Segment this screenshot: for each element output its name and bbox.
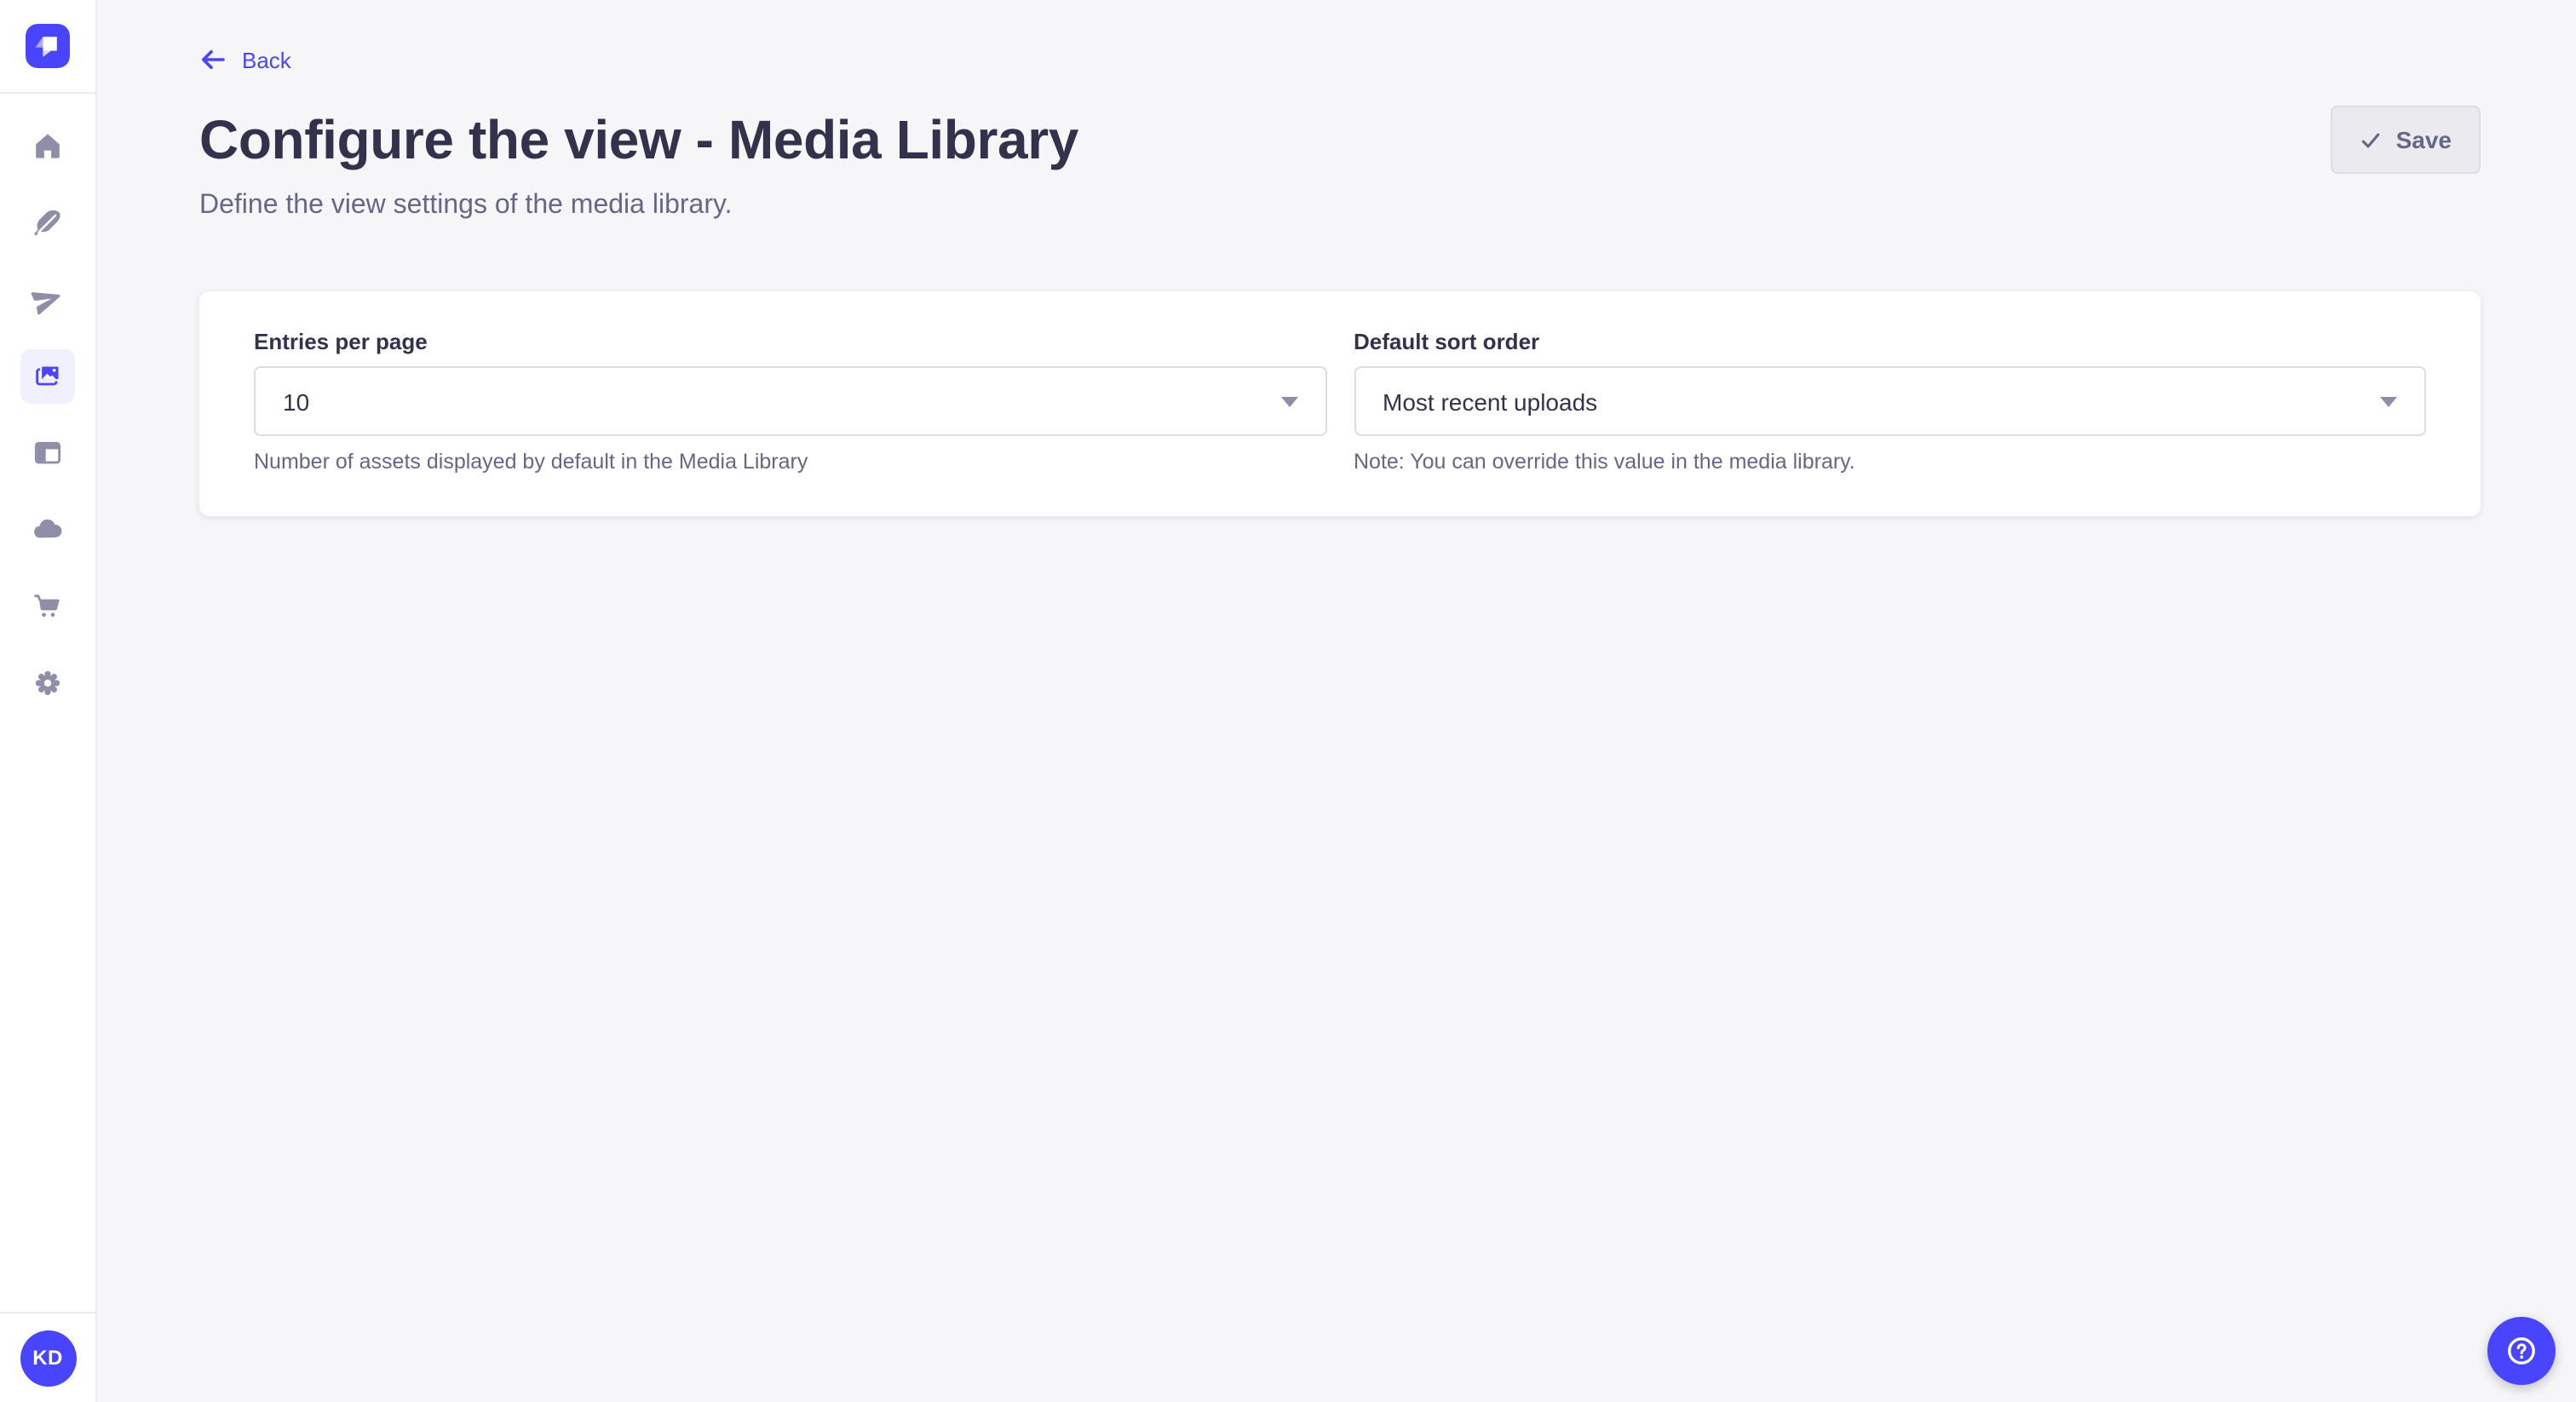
caret-down-icon bbox=[1280, 396, 1297, 406]
sidebar-item-marketplace[interactable] bbox=[0, 567, 95, 644]
sidebar-item-deploy[interactable] bbox=[0, 261, 95, 337]
view-settings-card: Entries per page 10 Number of assets dis… bbox=[199, 291, 2481, 516]
field-entries-per-page: Entries per page 10 Number of assets dis… bbox=[254, 329, 1326, 475]
entries-per-page-select[interactable]: 10 bbox=[254, 366, 1326, 436]
field-label: Default sort order bbox=[1354, 329, 2426, 356]
select-value: Most recent uploads bbox=[1383, 388, 1597, 415]
sidebar-item-home[interactable] bbox=[0, 107, 95, 184]
active-item-highlight bbox=[20, 348, 75, 403]
feather-icon bbox=[31, 205, 65, 239]
page-subtitle: Define the view settings of the media li… bbox=[199, 189, 1078, 223]
question-mark-icon bbox=[2504, 1334, 2539, 1368]
field-label: Entries per page bbox=[254, 329, 1326, 356]
media-library-icon bbox=[31, 359, 65, 393]
field-default-sort-order: Default sort order Most recent uploads N… bbox=[1354, 329, 2426, 475]
check-icon bbox=[2360, 129, 2383, 151]
user-avatar[interactable]: KD bbox=[20, 1330, 76, 1386]
brand-area bbox=[0, 0, 95, 94]
select-value: 10 bbox=[283, 388, 309, 415]
save-label: Save bbox=[2396, 126, 2452, 153]
sidebar-footer: KD bbox=[0, 1312, 95, 1402]
paper-plane-icon bbox=[31, 282, 65, 316]
arrow-left-icon bbox=[199, 46, 227, 73]
back-label: Back bbox=[242, 47, 291, 72]
layout-icon bbox=[31, 435, 65, 469]
caret-down-icon bbox=[2380, 396, 2397, 406]
help-button[interactable] bbox=[2487, 1317, 2556, 1385]
sidebar-item-content-manager[interactable] bbox=[0, 414, 95, 491]
strapi-logo[interactable] bbox=[26, 24, 70, 68]
field-hint: Number of assets displayed by default in… bbox=[254, 448, 1326, 475]
app-window: KD Back Configure the view - Media Libra… bbox=[0, 0, 2576, 1402]
default-sort-order-select[interactable]: Most recent uploads bbox=[1354, 366, 2426, 436]
save-button[interactable]: Save bbox=[2332, 106, 2481, 174]
fields-grid: Entries per page 10 Number of assets dis… bbox=[254, 329, 2426, 475]
sidebar-item-content-type-builder[interactable] bbox=[0, 184, 95, 261]
page-title: Configure the view - Media Library bbox=[199, 106, 1078, 174]
sidebar-item-cloud[interactable] bbox=[0, 491, 95, 567]
sidebar: KD bbox=[0, 0, 97, 1402]
page-header: Configure the view - Media Library Defin… bbox=[199, 106, 2481, 223]
back-button[interactable]: Back bbox=[199, 46, 291, 73]
title-block: Configure the view - Media Library Defin… bbox=[199, 106, 1078, 223]
shopping-cart-icon bbox=[31, 589, 65, 623]
sidebar-item-media-library[interactable] bbox=[0, 337, 95, 414]
sidebar-item-settings[interactable] bbox=[0, 644, 95, 721]
sidebar-nav bbox=[0, 107, 95, 721]
field-hint: Note: You can override this value in the… bbox=[1354, 448, 2426, 475]
home-icon bbox=[31, 129, 65, 163]
gear-icon bbox=[31, 665, 65, 699]
main-content: Back Configure the view - Media Library … bbox=[97, 0, 2576, 1402]
cloud-icon bbox=[31, 512, 65, 546]
